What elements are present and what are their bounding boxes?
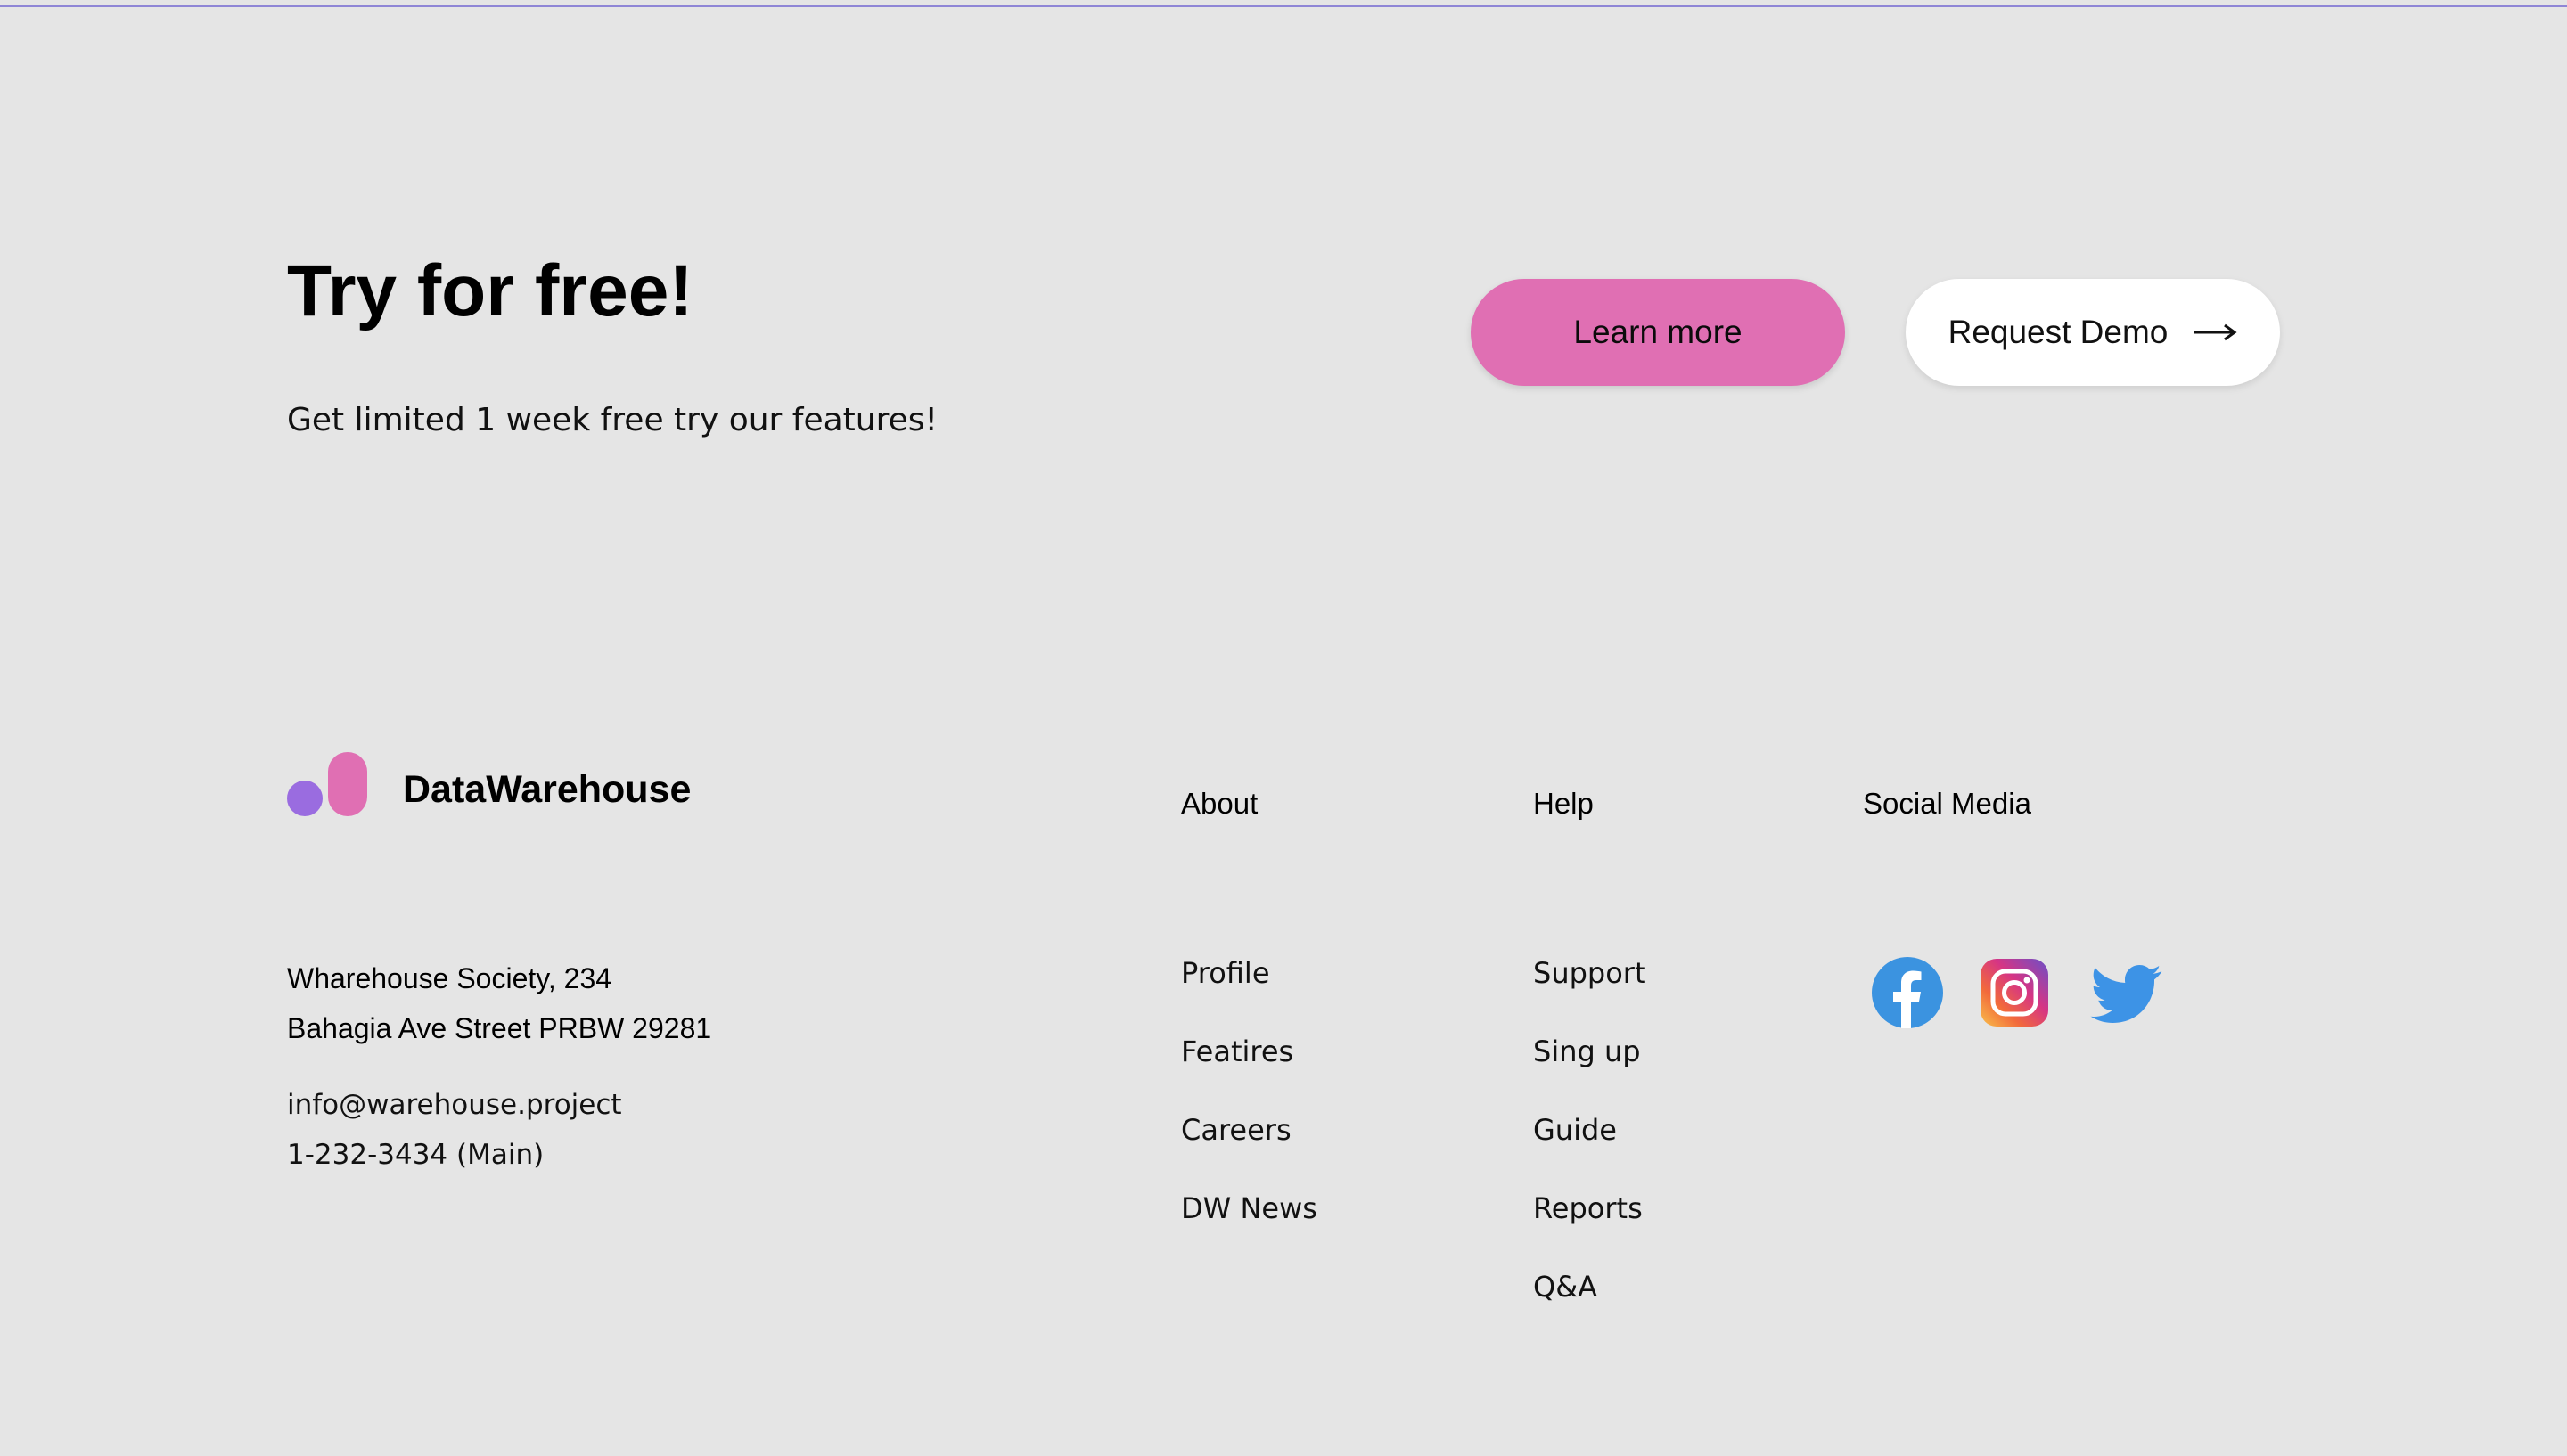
instagram-icon[interactable] xyxy=(1979,957,2050,1028)
about-heading: About xyxy=(1181,787,1259,820)
about-links: Profile Featires Careers DW News xyxy=(1181,952,1317,1265)
request-demo-label: Request Demo xyxy=(1948,314,2169,350)
footer-link-profile[interactable]: Profile xyxy=(1181,952,1317,1030)
top-divider xyxy=(0,5,2567,7)
arrow-right-icon xyxy=(2194,323,2237,341)
cta-title: Try for free! xyxy=(287,250,693,331)
email-link[interactable]: info@warehouse.project xyxy=(287,1080,622,1130)
footer-link-features[interactable]: Featires xyxy=(1181,1030,1317,1108)
logo-pill xyxy=(328,752,367,816)
footer-link-support[interactable]: Support xyxy=(1533,952,1646,1030)
contact-info: info@warehouse.project 1-232-3434 (Main) xyxy=(287,1080,622,1180)
twitter-icon[interactable] xyxy=(2086,957,2168,1028)
brand-name: DataWarehouse xyxy=(403,768,692,811)
address-line-1: Wharehouse Society, 234 xyxy=(287,962,612,994)
phone-number: 1-232-3434 (Main) xyxy=(287,1139,545,1171)
help-heading: Help xyxy=(1533,787,1594,820)
cta-subtitle: Get limited 1 week free try our features… xyxy=(287,402,938,438)
social-icons xyxy=(1872,957,2168,1028)
footer-link-reports[interactable]: Reports xyxy=(1533,1187,1646,1265)
request-demo-button[interactable]: Request Demo xyxy=(1906,279,2280,386)
address-line-2: Bahagia Ave Street PRBW 29281 xyxy=(287,1012,712,1044)
help-links: Support Sing up Guide Reports Q&A xyxy=(1533,952,1646,1344)
facebook-icon[interactable] xyxy=(1872,957,1943,1028)
social-media-heading: Social Media xyxy=(1863,787,2031,820)
brand-logo[interactable] xyxy=(287,750,367,816)
address: Wharehouse Society, 234 Bahagia Ave Stre… xyxy=(287,953,711,1053)
learn-more-label: Learn more xyxy=(1573,314,1743,350)
logo-dot xyxy=(287,781,323,816)
footer-link-careers[interactable]: Careers xyxy=(1181,1108,1317,1187)
learn-more-button[interactable]: Learn more xyxy=(1471,279,1845,386)
footer-link-sign-up[interactable]: Sing up xyxy=(1533,1030,1646,1108)
footer-link-qa[interactable]: Q&A xyxy=(1533,1265,1646,1344)
footer-link-dw-news[interactable]: DW News xyxy=(1181,1187,1317,1265)
footer-link-guide[interactable]: Guide xyxy=(1533,1108,1646,1187)
